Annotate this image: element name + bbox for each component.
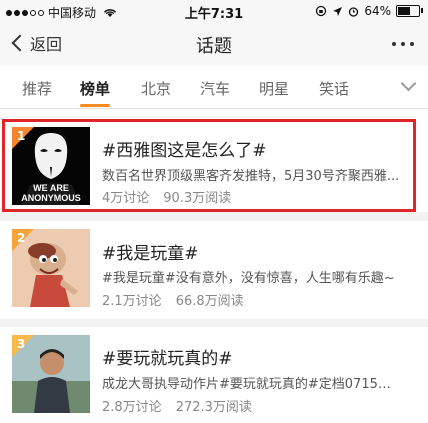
rank-number: 1 [17, 129, 26, 143]
rank-badge: 2 [12, 229, 34, 251]
topic-thumbnail: 3 [12, 335, 90, 413]
tab-ranking[interactable]: 榜单 [80, 78, 110, 99]
back-button[interactable]: 返回 [10, 31, 62, 55]
topic-stats: 4万讨论 90.3万阅读 [102, 187, 231, 206]
tab-jokes[interactable]: 笑话 [319, 78, 349, 99]
rank-number: 2 [17, 231, 26, 245]
discussion-count: 2.8万讨论 [102, 400, 162, 415]
back-label: 返回 [30, 35, 63, 54]
rank-badge: 1 [12, 127, 34, 149]
topic-title[interactable]: #要玩就玩真的# [102, 344, 233, 369]
location-icon [333, 6, 343, 16]
rank-number: 3 [17, 337, 26, 351]
topic-title[interactable]: #西雅图这是怎么了# [102, 136, 267, 161]
more-options-icon[interactable] [392, 42, 414, 46]
tab-cars[interactable]: 汽车 [200, 78, 230, 99]
navigation-bar: 返回 话题 [0, 22, 428, 66]
active-tab-indicator [80, 104, 110, 107]
battery-icon [396, 5, 423, 17]
topic-description: 数百名世界顶级黑客齐发推特，5月30号齐聚西雅... [102, 169, 400, 184]
topic-stats: 2.1万讨论 66.8万阅读 [102, 290, 244, 309]
topic-description: 成龙大哥执导动作片#要玩就玩真的#定档0715爆... [102, 377, 402, 392]
thumbnail-caption-line1: WE ARE [33, 183, 69, 193]
orientation-lock-icon [316, 5, 327, 17]
topic-thumbnail: WE ARE ANONYMOUS 1 [12, 127, 90, 205]
thumbnail-caption-line2: ANONYMOUS [21, 193, 81, 203]
discussion-count: 2.1万讨论 [102, 294, 162, 309]
battery-percent: 64% [364, 4, 391, 18]
tab-recommended[interactable]: 推荐 [22, 78, 52, 99]
discussion-count: 4万讨论 [102, 191, 150, 206]
list-item[interactable]: 3 #要玩就玩真的# 成龙大哥执导动作片#要玩就玩真的#定档0715爆... 2… [0, 327, 428, 423]
read-count: 90.3万阅读 [163, 191, 232, 206]
topic-thumbnail: 2 [12, 229, 90, 307]
topic-description: #我是玩童#没有意外，没有惊喜，人生哪有乐趣~ [102, 271, 395, 286]
read-count: 66.8万阅读 [175, 294, 244, 309]
chevron-left-icon [11, 34, 29, 52]
expand-tabs-button[interactable] [382, 66, 428, 108]
page-title: 话题 [196, 36, 232, 57]
topic-stats: 2.8万讨论 272.3万阅读 [102, 396, 252, 415]
list-item[interactable]: WE ARE ANONYMOUS 1 #西雅图这是怎么了# 数百名世界顶级黑客齐… [0, 109, 428, 212]
chevron-down-icon [400, 75, 417, 92]
topic-title[interactable]: #我是玩童# [102, 239, 199, 264]
status-bar: 中国移动 上午7:31 64% [0, 0, 428, 22]
category-tabs: 推荐 榜单 北京 汽车 明星 笑话 [0, 66, 428, 109]
rank-badge: 3 [12, 335, 34, 357]
tab-celebrities[interactable]: 明星 [259, 78, 289, 99]
list-item[interactable]: 2 #我是玩童# #我是玩童#没有意外，没有惊喜，人生哪有乐趣~ 2.1万讨论 6… [0, 221, 428, 319]
tab-beijing[interactable]: 北京 [141, 78, 171, 99]
alarm-icon [349, 6, 359, 17]
read-count: 272.3万阅读 [175, 400, 252, 415]
